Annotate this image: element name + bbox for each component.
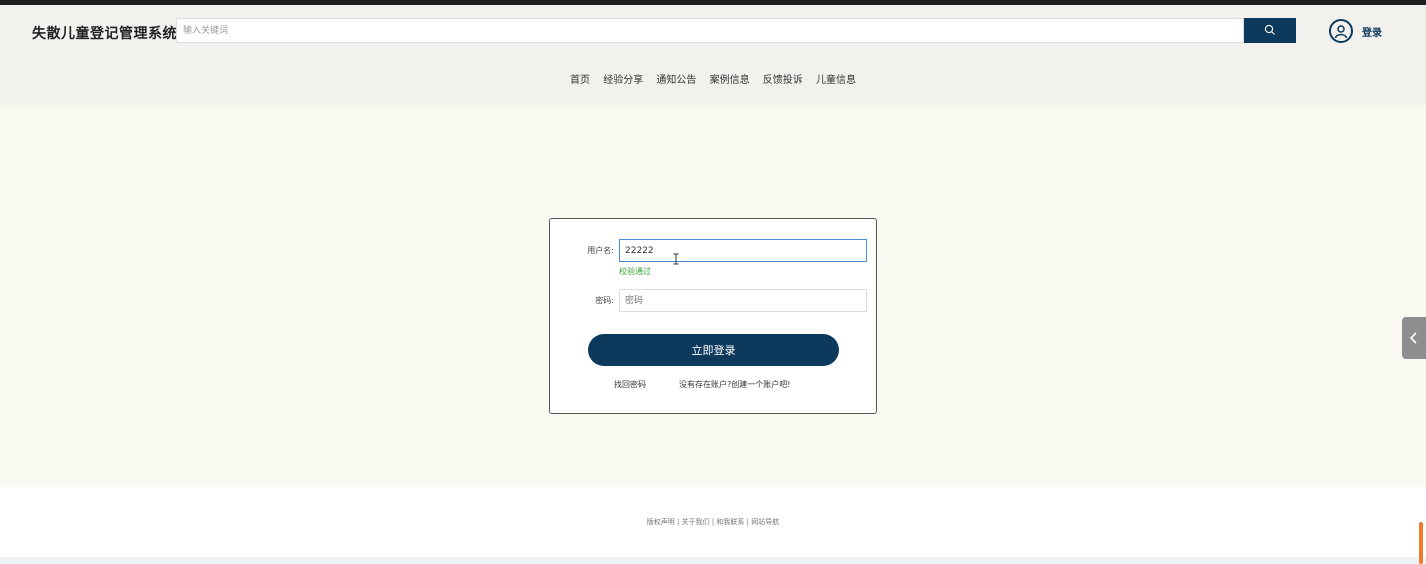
- side-panel-toggle[interactable]: [1402, 317, 1426, 359]
- nav-item-home[interactable]: 首页: [570, 71, 590, 86]
- login-card: 用户名: 校验通过 密码: 立即登录 找回密码 没有存在账户?创建一个账户吧!: [549, 218, 877, 414]
- header: 失散儿童登记管理系统 登录 首页 经验分享 通知公告 案例信息 反馈投诉 儿童信…: [0, 5, 1426, 105]
- login-submit-button[interactable]: 立即登录: [588, 334, 839, 366]
- nav-item-children[interactable]: 儿童信息: [816, 71, 856, 86]
- nav-item-notices[interactable]: 通知公告: [656, 71, 696, 86]
- user-avatar-icon[interactable]: [1329, 19, 1353, 43]
- username-input[interactable]: [619, 239, 867, 262]
- scroll-indicator[interactable]: [1419, 522, 1423, 564]
- search-input[interactable]: [176, 18, 1244, 43]
- nav-item-cases[interactable]: 案例信息: [710, 71, 750, 86]
- username-valid-message: 校验通过: [619, 267, 651, 276]
- username-label: 用户名:: [587, 246, 614, 255]
- header-login-link[interactable]: 登录: [1362, 24, 1382, 39]
- nav-item-feedback[interactable]: 反馈投诉: [763, 71, 803, 86]
- password-input[interactable]: [619, 289, 867, 312]
- text-cursor-icon: [673, 253, 679, 265]
- search-icon: [1264, 24, 1275, 35]
- site-title: 失散儿童登记管理系统: [32, 26, 177, 42]
- main-nav: 首页 经验分享 通知公告 案例信息 反馈投诉 儿童信息: [0, 71, 1426, 86]
- nav-item-experience[interactable]: 经验分享: [603, 71, 643, 86]
- user-area: 登录: [1329, 17, 1382, 45]
- register-link[interactable]: 没有存在账户?创建一个账户吧!: [679, 379, 790, 390]
- footer-links: 版权声明 | 关于我们 | 和我联系 | 网站导航: [646, 518, 780, 526]
- search-button[interactable]: [1244, 18, 1296, 43]
- footer: 版权声明 | 关于我们 | 和我联系 | 网站导航: [0, 487, 1426, 557]
- forgot-password-link[interactable]: 找回密码: [614, 379, 646, 390]
- footer-bottom-strip: [0, 557, 1426, 564]
- password-label: 密码:: [595, 296, 614, 305]
- search-bar: [176, 18, 1296, 43]
- chevron-left-icon: [1409, 332, 1417, 344]
